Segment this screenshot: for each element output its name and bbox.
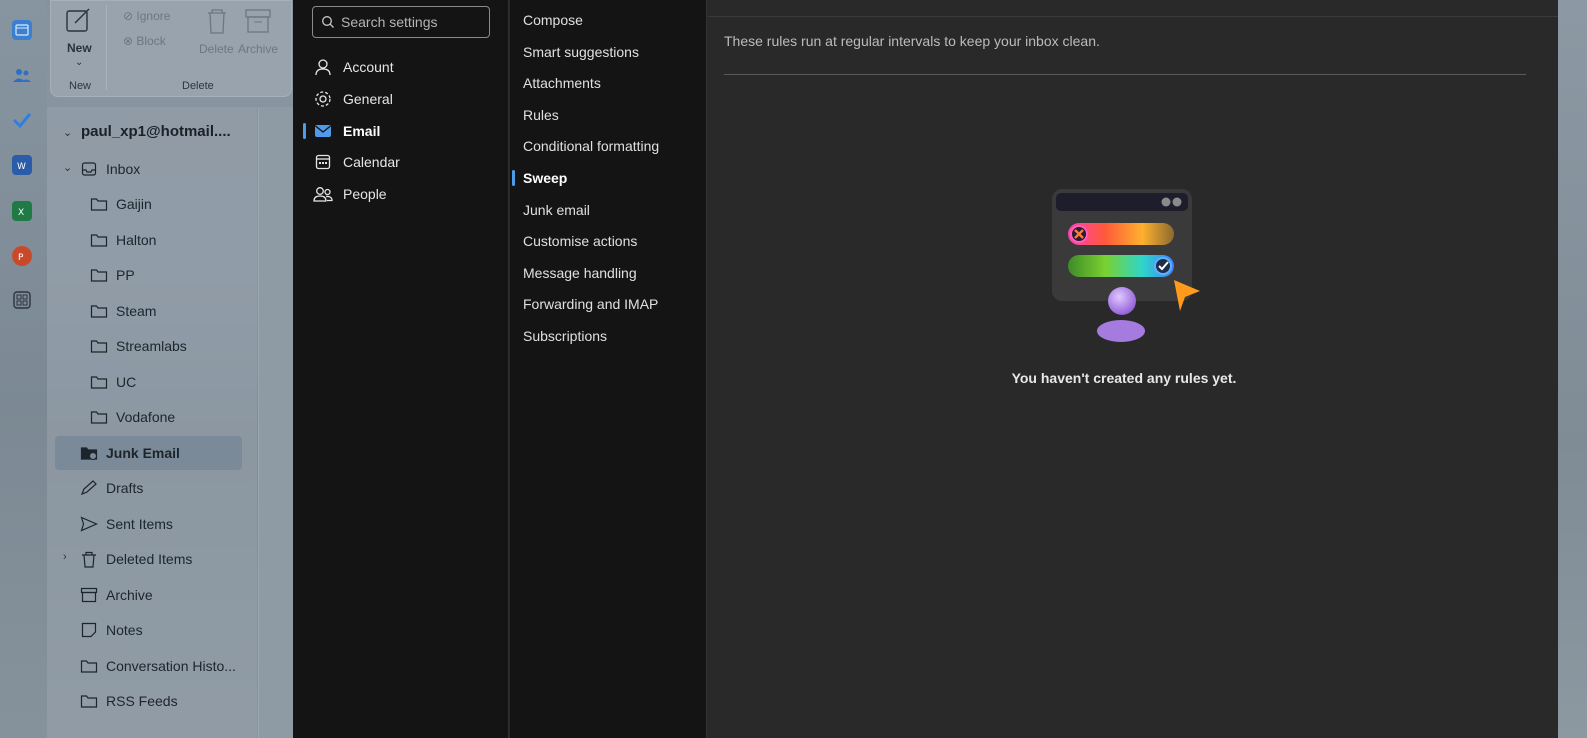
archive-button[interactable]: Archive: [238, 42, 278, 56]
active-indicator: [512, 170, 515, 186]
powerpoint-app-icon[interactable]: P: [12, 246, 32, 266]
excel-app-icon[interactable]: X: [12, 201, 32, 221]
delete-group-label: Delete: [182, 80, 214, 92]
email-subcategory-nav: Compose Smart suggestions Attachments Ru…: [510, 0, 707, 738]
folder-drafts[interactable]: Drafts: [80, 471, 267, 505]
app-rail: W X P: [0, 0, 47, 738]
people-icon: [313, 184, 333, 204]
word-app-icon[interactable]: W: [12, 155, 32, 175]
settings-category-general[interactable]: General: [303, 83, 499, 115]
block-button[interactable]: ⊗ Block: [123, 34, 166, 48]
folder-pp[interactable]: PP: [90, 258, 277, 292]
folder-conversation-history[interactable]: Conversation Histo...: [80, 649, 267, 683]
note-icon: [80, 621, 98, 639]
chevron-down-icon[interactable]: ⌄: [63, 126, 72, 139]
subcategory-message-handling[interactable]: Message handling: [523, 257, 637, 289]
more-apps-icon[interactable]: [12, 290, 32, 310]
ignore-icon: ⊘: [123, 9, 137, 23]
settings-category-calendar[interactable]: Calendar: [303, 146, 499, 178]
empty-state-message: You haven't created any rules yet.: [1011, 370, 1237, 386]
sweep-settings-panel: These rules run at regular intervals to …: [708, 0, 1558, 738]
delete-icon[interactable]: [205, 7, 229, 38]
folder-icon: [90, 302, 108, 320]
folder-streamlabs[interactable]: Streamlabs: [90, 329, 277, 363]
folder-icon: [90, 408, 108, 426]
settings-dialog: Search settings Account General Email Ca…: [293, 0, 1558, 738]
sweep-description: These rules run at regular intervals to …: [724, 33, 1100, 49]
person-icon: [313, 57, 333, 77]
settings-category-account[interactable]: Account: [303, 51, 499, 83]
background-right-edge: [1558, 0, 1587, 738]
pencil-icon: [80, 479, 98, 497]
chevron-right-icon[interactable]: ›: [63, 551, 67, 563]
subcategory-attachments[interactable]: Attachments: [523, 67, 601, 99]
settings-category-people[interactable]: People: [303, 178, 499, 210]
search-icon: [322, 16, 334, 28]
svg-text:X: X: [18, 208, 24, 217]
new-group-label: New: [69, 80, 92, 92]
subcategory-smart-suggestions[interactable]: Smart suggestions: [523, 36, 639, 68]
junk-folder-icon: [80, 444, 98, 462]
search-settings-input[interactable]: Search settings: [312, 6, 490, 38]
archive-icon[interactable]: [244, 8, 272, 37]
gear-icon: [313, 89, 333, 109]
folder-icon: [80, 657, 98, 675]
subcategory-sweep[interactable]: Sweep: [523, 162, 567, 194]
folder-icon: [90, 195, 108, 213]
folder-icon: [90, 231, 108, 249]
subcategory-subscriptions[interactable]: Subscriptions: [523, 320, 607, 352]
chevron-down-icon[interactable]: ⌄: [63, 161, 72, 174]
calendar-app-icon[interactable]: [12, 20, 32, 40]
header-divider: [708, 16, 1558, 17]
folder-sent-items[interactable]: Sent Items: [80, 507, 267, 541]
settings-category-nav: Search settings Account General Email Ca…: [293, 0, 509, 738]
ribbon-separator: [106, 5, 107, 90]
folder-archive[interactable]: Archive: [80, 578, 267, 612]
folder-icon: [90, 373, 108, 391]
settings-category-email[interactable]: Email: [303, 115, 499, 147]
subcategory-customise-actions[interactable]: Customise actions: [523, 225, 637, 257]
ignore-button[interactable]: ⊘ Ignore: [123, 9, 170, 23]
people-app-icon[interactable]: [12, 65, 32, 85]
subcategory-rules[interactable]: Rules: [523, 99, 559, 131]
folder-steam[interactable]: Steam: [90, 294, 277, 328]
svg-text:P: P: [18, 253, 24, 262]
subcategory-junk-email[interactable]: Junk email: [523, 194, 590, 226]
send-icon: [80, 515, 98, 533]
delete-button[interactable]: Delete: [199, 42, 234, 56]
folder-icon: [80, 692, 98, 710]
calendar-icon: [313, 152, 333, 172]
archive-icon: [80, 586, 98, 604]
subcategory-compose[interactable]: Compose: [523, 4, 583, 36]
folder-uc[interactable]: UC: [90, 365, 277, 399]
folder-rss-feeds[interactable]: RSS Feeds: [80, 684, 267, 718]
trash-icon: [80, 550, 98, 568]
inbox-icon: [80, 160, 98, 178]
folder-icon: [90, 337, 108, 355]
folder-icon: [90, 266, 108, 284]
folder-deleted-items[interactable]: Deleted Items: [80, 542, 267, 576]
folder-vodafone[interactable]: Vodafone: [90, 400, 277, 434]
svg-text:W: W: [17, 162, 26, 171]
folder-gaijin[interactable]: Gaijin: [90, 187, 277, 221]
subcategory-conditional-formatting[interactable]: Conditional formatting: [523, 130, 659, 162]
empty-rules-illustration: [1052, 189, 1200, 342]
todo-app-icon[interactable]: [12, 110, 32, 130]
folder-junk-email[interactable]: Junk Email: [55, 436, 242, 470]
ribbon: New ⌄ New ⊘ Ignore ⊗ Block Delete Archiv…: [50, 0, 292, 97]
section-divider: [724, 74, 1526, 75]
chevron-down-icon[interactable]: ⌄: [75, 57, 83, 68]
subcategory-forwarding-imap[interactable]: Forwarding and IMAP: [523, 288, 658, 320]
folder-inbox[interactable]: Inbox: [80, 152, 267, 186]
account-name[interactable]: paul_xp1@hotmail....: [81, 123, 231, 140]
mail-icon: [313, 121, 333, 141]
folder-halton[interactable]: Halton: [90, 223, 277, 257]
new-button[interactable]: New: [67, 41, 92, 55]
new-mail-icon[interactable]: [65, 7, 93, 38]
folder-notes[interactable]: Notes: [80, 613, 267, 647]
block-icon: ⊗: [123, 34, 137, 48]
